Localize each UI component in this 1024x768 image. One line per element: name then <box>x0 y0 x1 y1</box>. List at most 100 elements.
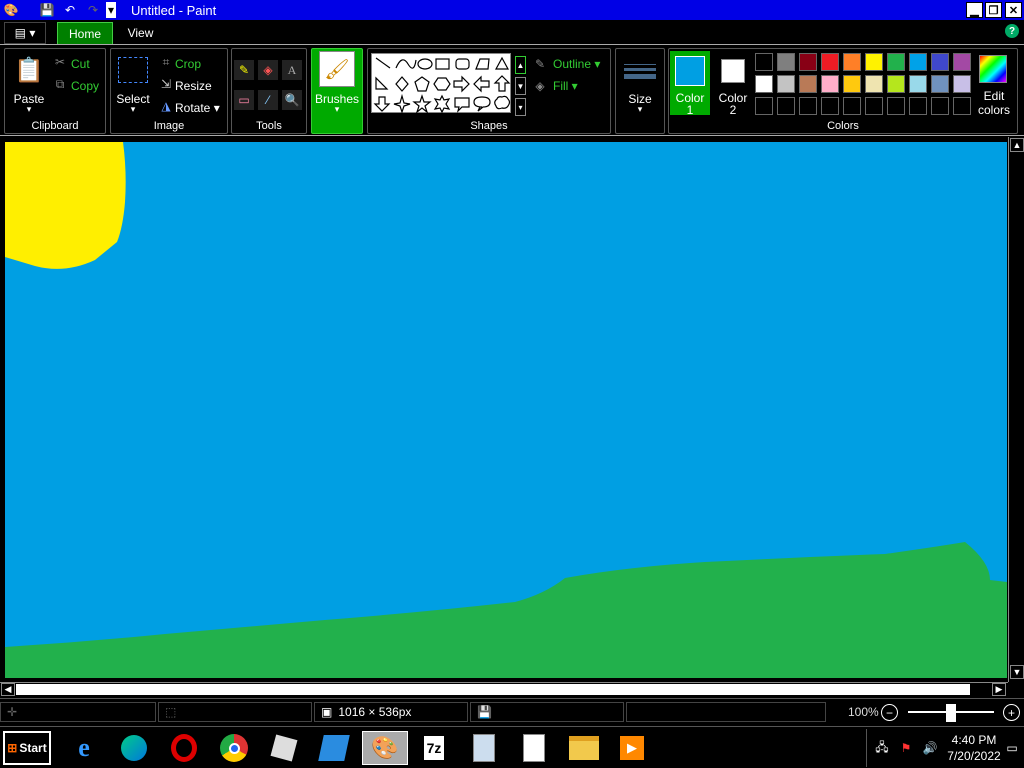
show-desktop-icon[interactable]: ▭ <box>1003 739 1021 757</box>
notepad-app[interactable] <box>514 731 554 765</box>
paint-app[interactable]: 🎨 <box>362 731 408 765</box>
palette-swatch[interactable] <box>755 75 773 93</box>
palette-swatch[interactable] <box>953 97 971 115</box>
edge-app[interactable] <box>114 731 154 765</box>
scroll-up-icon[interactable]: ▲ <box>1010 138 1024 152</box>
size-group[interactable]: Size ▾ <box>615 48 665 134</box>
palette-swatch[interactable] <box>865 75 883 93</box>
palette-swatch[interactable] <box>953 53 971 71</box>
pencil-icon[interactable]: ✎ <box>234 60 254 80</box>
palette-swatch[interactable] <box>931 97 949 115</box>
clock-time[interactable]: 4:40 PM <box>946 733 1002 747</box>
palette-swatch[interactable] <box>755 53 773 71</box>
tab-view[interactable]: View <box>118 22 163 44</box>
palette-swatch[interactable] <box>865 97 883 115</box>
cut-button[interactable]: Cut <box>71 57 90 71</box>
palette-swatch[interactable] <box>777 53 795 71</box>
customize-quick-access-icon[interactable]: ▾ <box>106 2 116 18</box>
paste-icon[interactable]: 📋 <box>14 53 44 87</box>
scroll-right-icon[interactable]: ▶ <box>992 683 1006 696</box>
shapes-scroll-up-icon[interactable]: ▲ <box>515 56 526 74</box>
horizontal-scroll-thumb[interactable] <box>16 684 970 695</box>
help-icon[interactable]: ? <box>1005 24 1019 38</box>
palette-swatch[interactable] <box>953 75 971 93</box>
palette-swatch[interactable] <box>843 53 861 71</box>
save-icon[interactable]: 💾 <box>38 2 56 18</box>
shapes-gallery[interactable] <box>371 53 511 114</box>
magnifier-icon[interactable]: 🔍 <box>282 90 302 110</box>
palette-swatch[interactable] <box>909 53 927 71</box>
palette-swatch[interactable] <box>821 97 839 115</box>
7zip-app[interactable]: 7z <box>414 731 454 765</box>
palette-swatch[interactable] <box>931 53 949 71</box>
opera-app[interactable] <box>164 731 204 765</box>
color-picker-icon[interactable]: ⁄ <box>258 90 278 110</box>
chrome-app[interactable] <box>214 731 254 765</box>
palette-swatch[interactable] <box>909 75 927 93</box>
volume-icon[interactable]: 🔊 <box>921 739 939 757</box>
palette-swatch[interactable] <box>887 97 905 115</box>
selection-size: ⬚ <box>158 702 312 722</box>
color1-button[interactable]: Color 1 <box>670 51 710 117</box>
scroll-left-icon[interactable]: ◀ <box>1 683 15 696</box>
palette-swatch[interactable] <box>843 75 861 93</box>
minimize-button[interactable]: ▁ <box>966 2 983 18</box>
palette-swatch[interactable] <box>887 75 905 93</box>
rotate-button[interactable]: Rotate ▾ <box>175 101 220 115</box>
palette-swatch[interactable] <box>799 53 817 71</box>
palette-swatch[interactable] <box>931 75 949 93</box>
roblox-app[interactable] <box>264 731 304 765</box>
zoom-in-icon[interactable]: + <box>1003 704 1020 721</box>
restore-button[interactable]: ❐ <box>985 2 1002 18</box>
edit-colors-button[interactable]: Edit colors <box>971 89 1017 117</box>
eraser-icon[interactable]: ▭ <box>234 90 254 110</box>
clock-date[interactable]: 7/20/2022 <box>946 749 1002 763</box>
paste-dropdown-icon[interactable]: ▾ <box>7 104 51 115</box>
palette-swatch[interactable] <box>799 97 817 115</box>
fill-bucket-icon[interactable]: ◈ <box>258 60 278 80</box>
palette-swatch[interactable] <box>755 97 773 115</box>
select-icon[interactable] <box>118 57 148 83</box>
brushes-button[interactable]: 🖌 Brushes ▾ <box>311 48 363 134</box>
select-dropdown-icon[interactable]: ▾ <box>111 104 155 115</box>
palette-swatch[interactable] <box>777 97 795 115</box>
vertical-scrollbar[interactable]: ▲ ▼ <box>1008 137 1024 682</box>
tab-home[interactable]: Home <box>57 22 113 44</box>
palette-swatch[interactable] <box>843 97 861 115</box>
fill-button[interactable]: Fill ▾ <box>553 79 578 93</box>
palette-swatch[interactable] <box>909 97 927 115</box>
palette-swatch[interactable] <box>821 53 839 71</box>
palette-swatch[interactable] <box>865 53 883 71</box>
action-center-icon[interactable]: ⚑ <box>897 739 915 757</box>
copy-button[interactable]: Copy <box>71 79 99 93</box>
media-player-app[interactable]: ▶ <box>612 731 652 765</box>
calculator-app[interactable] <box>464 731 504 765</box>
palette-swatch[interactable] <box>887 53 905 71</box>
palette-swatch[interactable] <box>821 75 839 93</box>
paint-app-icon[interactable]: 🎨 <box>2 2 20 18</box>
undo-icon[interactable]: ↶ <box>61 2 79 18</box>
zoom-out-icon[interactable]: − <box>881 704 898 721</box>
crop-button[interactable]: Crop <box>175 57 201 71</box>
start-button[interactable]: ⊞ Start <box>3 731 51 765</box>
outline-button[interactable]: Outline ▾ <box>553 57 600 71</box>
shapes-scroll-down-icon[interactable]: ▼ <box>515 77 526 95</box>
file-menu-button[interactable]: ▤ ▾ <box>4 22 46 44</box>
palette-swatch[interactable] <box>777 75 795 93</box>
roblox-studio-app[interactable] <box>314 731 354 765</box>
color2-button[interactable]: Color 2 <box>713 51 753 117</box>
copy-icon: ⧉ <box>55 76 65 91</box>
internet-explorer-app[interactable]: e <box>64 731 104 765</box>
network-icon[interactable]: 🖧 <box>873 739 891 757</box>
shapes-expand-icon[interactable]: ▾ <box>515 98 526 116</box>
scroll-down-icon[interactable]: ▼ <box>1010 665 1024 679</box>
file-explorer-app[interactable] <box>564 731 604 765</box>
zoom-slider-thumb[interactable] <box>946 704 956 722</box>
horizontal-scrollbar[interactable]: ◀ ▶ <box>0 682 1008 696</box>
redo-icon[interactable]: ↷ <box>84 2 102 18</box>
palette-swatch[interactable] <box>799 75 817 93</box>
drawing-canvas[interactable] <box>5 142 1007 678</box>
close-button[interactable]: ✕ <box>1005 2 1022 18</box>
text-tool-icon[interactable]: A <box>282 60 302 80</box>
resize-button[interactable]: Resize <box>175 79 212 93</box>
